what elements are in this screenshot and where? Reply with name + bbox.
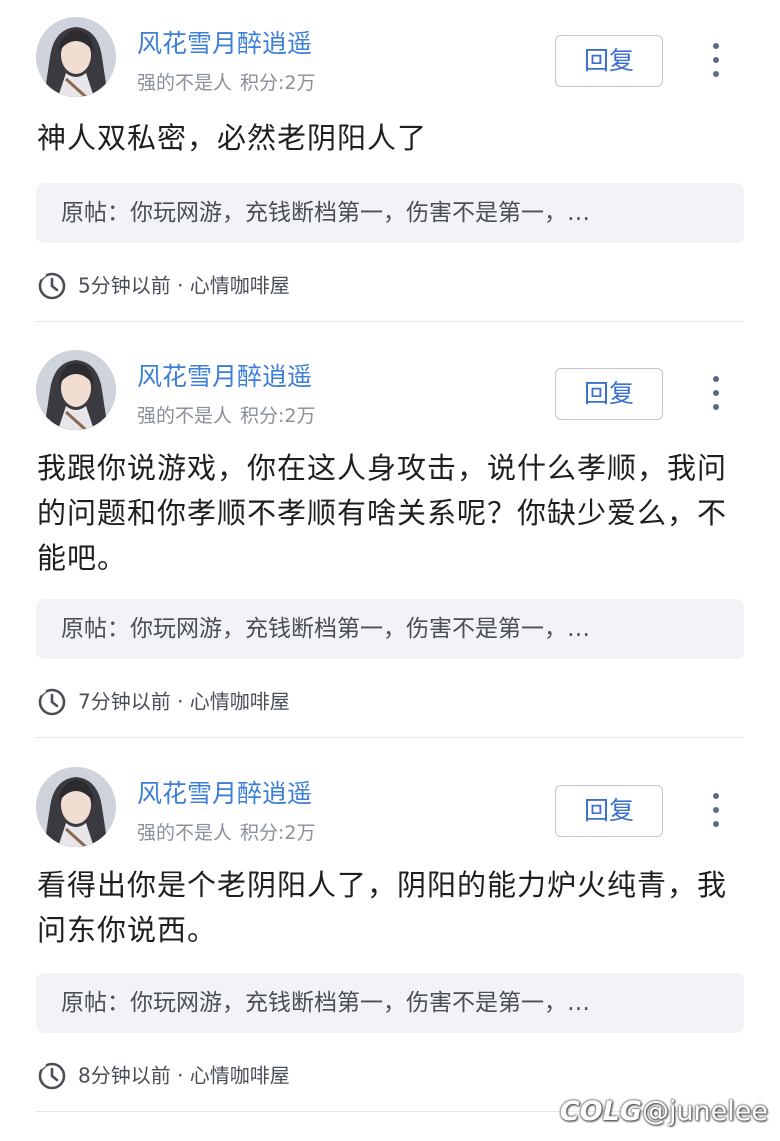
avatar[interactable]	[36, 767, 116, 847]
clock-icon	[38, 271, 66, 299]
timestamp-board: 5分钟以前 · 心情咖啡屋	[78, 273, 290, 298]
more-options-icon[interactable]	[703, 40, 729, 80]
user-meta: 强的不是人 积分:2万	[137, 68, 316, 95]
original-post-quote[interactable]: 原帖：你玩网游，充钱断档第一，伤害不是第一，…	[36, 183, 744, 243]
user-score: 积分:2万	[240, 72, 316, 94]
user-rank: 强的不是人	[137, 822, 233, 844]
divider	[36, 737, 744, 738]
username[interactable]: 风花雪月醉逍遥	[137, 24, 312, 60]
watermark-logo: COLG	[559, 1096, 642, 1127]
original-post-quote[interactable]: 原帖：你玩网游，充钱断档第一，伤害不是第一，…	[36, 973, 744, 1033]
avatar[interactable]	[36, 17, 116, 97]
comment-card: 风花雪月醉逍遥 强的不是人 积分:2万 回复 我跟你说游戏，你在这人身攻击，说什么…	[0, 333, 780, 738]
timestamp-board: 8分钟以前 · 心情咖啡屋	[78, 1063, 290, 1088]
comment-text: 我跟你说游戏，你在这人身攻击，说什么孝顺，我问的问题和你孝顺不孝顺有啥关系呢？你…	[37, 451, 728, 575]
username[interactable]: 风花雪月醉逍遥	[137, 357, 312, 393]
reply-button[interactable]: 回复	[555, 368, 663, 420]
username[interactable]: 风花雪月醉逍遥	[137, 774, 312, 810]
more-options-icon[interactable]	[703, 373, 729, 413]
timestamp-board: 7分钟以前 · 心情咖啡屋	[78, 689, 290, 714]
reply-button[interactable]: 回复	[555, 35, 663, 87]
comment-card: 风花雪月醉逍遥 强的不是人 积分:2万 回复 看得出你是个老阴阳人了，阴阳的能力炉…	[0, 750, 780, 1114]
user-score: 积分:2万	[240, 822, 316, 844]
watermark-handle: @junelee	[641, 1096, 768, 1127]
user-rank: 强的不是人	[137, 405, 233, 427]
watermark: COLG@junelee	[560, 1096, 768, 1127]
user-score: 积分:2万	[240, 405, 316, 427]
reply-button[interactable]: 回复	[555, 785, 663, 837]
clock-icon	[38, 1061, 66, 1089]
more-options-icon[interactable]	[703, 790, 729, 830]
avatar[interactable]	[36, 350, 116, 430]
comment-text: 看得出你是个老阴阳人了，阴阳的能力炉火纯青，我问东你说西。	[37, 868, 728, 947]
original-post-quote[interactable]: 原帖：你玩网游，充钱断档第一，伤害不是第一，…	[36, 599, 744, 659]
comment-footer: 5分钟以前 · 心情咖啡屋	[36, 267, 290, 301]
comment-card: 风花雪月醉逍遥 强的不是人 积分:2万 回复 神人双私密，必然老阴阳人了 原帖：你…	[0, 0, 780, 322]
comment-footer: 8分钟以前 · 心情咖啡屋	[36, 1057, 290, 1091]
comment-footer: 7分钟以前 · 心情咖啡屋	[36, 683, 290, 717]
divider	[36, 321, 744, 322]
user-rank: 强的不是人	[137, 72, 233, 94]
comment-text: 神人双私密，必然老阴阳人了	[37, 121, 428, 155]
user-meta: 强的不是人 积分:2万	[137, 818, 316, 845]
clock-icon	[38, 687, 66, 715]
user-meta: 强的不是人 积分:2万	[137, 401, 316, 428]
